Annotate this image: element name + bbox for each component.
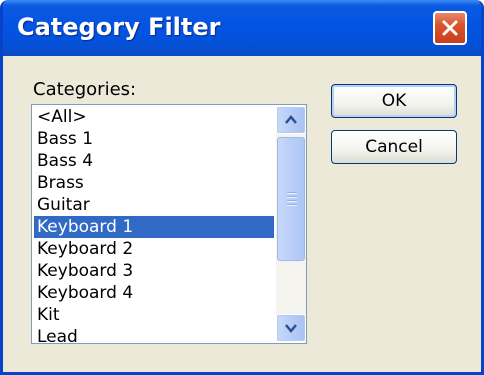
cancel-button[interactable]: Cancel: [331, 130, 457, 164]
window-title: Category Filter: [17, 13, 221, 41]
list-item[interactable]: Brass: [34, 172, 274, 194]
list-item[interactable]: Kit: [34, 304, 274, 326]
chevron-down-icon: [285, 324, 297, 333]
list-item[interactable]: <All>: [34, 106, 274, 128]
list-item[interactable]: Guitar: [34, 194, 274, 216]
close-icon: [442, 20, 458, 36]
category-filter-dialog: Category Filter Categories: <All> Bass 1B…: [0, 0, 484, 375]
list-item[interactable]: Keyboard 3: [34, 260, 274, 282]
ok-button[interactable]: OK: [331, 84, 457, 118]
categories-listbox[interactable]: <All> Bass 1 Bass 4 Brass Guitar Keyboard 1 Ke…: [31, 104, 307, 344]
scroll-up-button[interactable]: [276, 106, 306, 134]
list-item[interactable]: Lead: [34, 326, 274, 343]
categories-label: Categories:: [33, 79, 137, 100]
list-item[interactable]: Keyboard 1: [34, 216, 274, 238]
chevron-up-icon: [285, 115, 297, 124]
vertical-scrollbar[interactable]: [276, 106, 306, 342]
list-item[interactable]: Keyboard 4: [34, 282, 274, 304]
close-button[interactable]: [433, 11, 467, 45]
scrollbar-thumb[interactable]: [277, 137, 305, 261]
scroll-down-button[interactable]: [276, 314, 306, 342]
list-item[interactable]: Keyboard 2: [34, 238, 274, 260]
list-item[interactable]: Bass 1: [34, 128, 274, 150]
list-item[interactable]: Bass 4: [34, 150, 274, 172]
title-bar[interactable]: Category Filter: [3, 0, 481, 56]
